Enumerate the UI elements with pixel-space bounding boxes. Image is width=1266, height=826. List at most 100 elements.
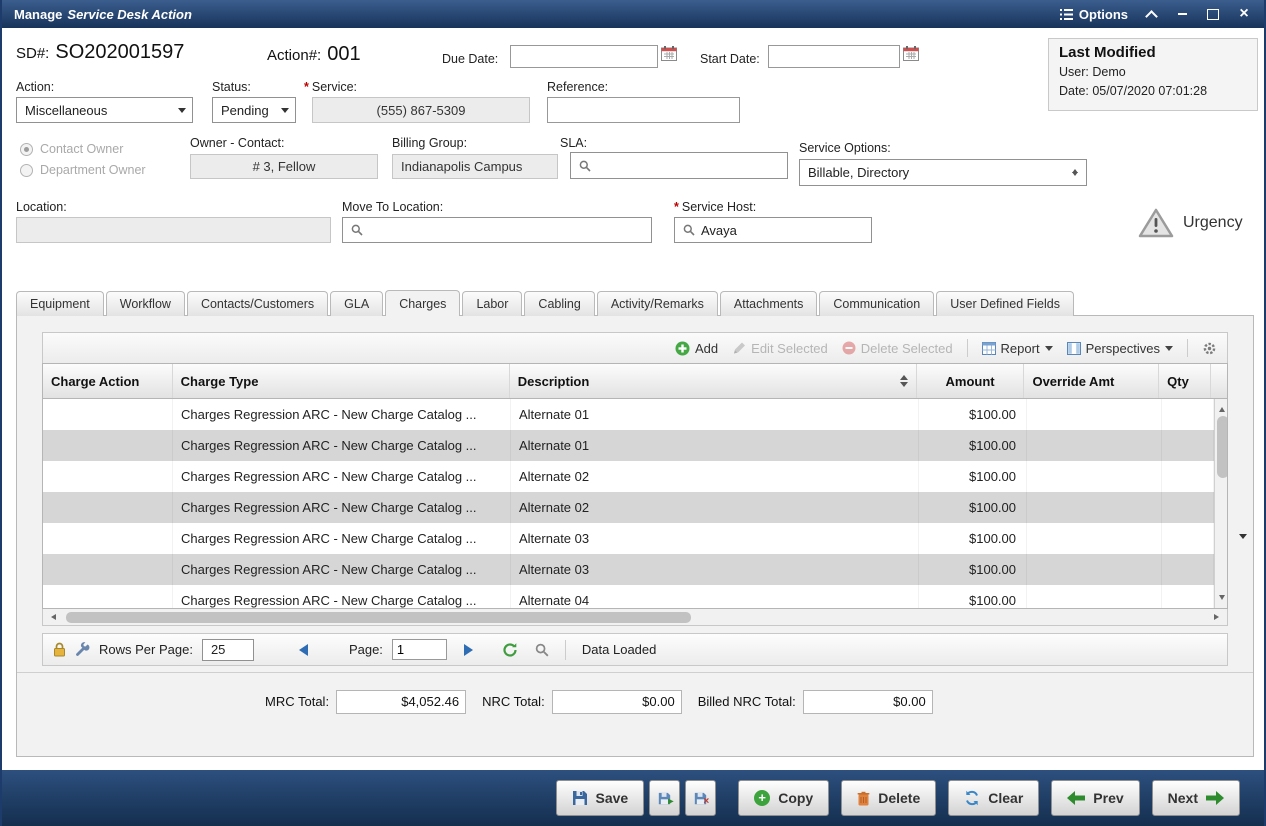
clear-button[interactable]: Clear bbox=[948, 780, 1039, 816]
table-row[interactable]: Charges Regression ARC - New Charge Cata… bbox=[43, 430, 1214, 461]
cell-amount: $100.00 bbox=[919, 492, 1027, 523]
tab-gla[interactable]: GLA bbox=[330, 291, 383, 316]
close-icon[interactable] bbox=[1236, 6, 1252, 22]
delete-button[interactable]: Delete bbox=[841, 780, 936, 816]
save-and-close-button[interactable]: × bbox=[685, 780, 716, 816]
refresh-icon[interactable] bbox=[502, 642, 518, 658]
scroll-up-icon[interactable] bbox=[1215, 399, 1229, 415]
tab-attachments[interactable]: Attachments bbox=[720, 291, 817, 316]
table-row[interactable]: Charges Regression ARC - New Charge Cata… bbox=[43, 461, 1214, 492]
totals-bar: MRC Total: $4,052.46 NRC Total: $0.00 Bi… bbox=[17, 672, 1253, 730]
scroll-right-icon[interactable] bbox=[1210, 609, 1227, 625]
delete-selected-button[interactable]: Delete Selected bbox=[842, 341, 953, 356]
column-header-charge-action[interactable]: Charge Action bbox=[43, 364, 173, 398]
sd-number: SD#: SO202001597 bbox=[16, 41, 184, 64]
popout-icon[interactable] bbox=[1205, 6, 1221, 22]
service-host-search-input[interactable]: Avaya bbox=[674, 217, 872, 243]
radio-selected-icon bbox=[20, 143, 33, 156]
tab-cabling[interactable]: Cabling bbox=[524, 291, 594, 316]
report-button[interactable]: Report bbox=[982, 341, 1053, 356]
save-and-new-button[interactable]: ▸ bbox=[649, 780, 680, 816]
table-row[interactable]: Charges Regression ARC - New Charge Cata… bbox=[43, 399, 1214, 430]
service-value: (555) 867-5309 bbox=[377, 103, 466, 118]
column-header-amount[interactable]: Amount bbox=[917, 364, 1025, 398]
delete-minus-icon bbox=[842, 341, 856, 355]
chevron-down-icon bbox=[1165, 346, 1173, 355]
cell-description: Alternate 02 bbox=[511, 492, 919, 523]
rows-per-page-select[interactable]: 25 bbox=[202, 639, 254, 661]
tab-communication[interactable]: Communication bbox=[819, 291, 934, 316]
collapse-icon[interactable] bbox=[1143, 6, 1159, 22]
table-row[interactable]: Charges Regression ARC - New Charge Cata… bbox=[43, 554, 1214, 585]
tab-user-defined-fields[interactable]: User Defined Fields bbox=[936, 291, 1074, 316]
pagination-bar: Rows Per Page: 25 Page: Data Loa bbox=[42, 633, 1228, 666]
due-date-calendar-icon[interactable] bbox=[661, 46, 677, 66]
sla-search-input[interactable] bbox=[570, 152, 788, 179]
edit-selected-button[interactable]: Edit Selected bbox=[732, 341, 828, 356]
column-header-qty[interactable]: Qty bbox=[1159, 364, 1211, 398]
save-button[interactable]: Save bbox=[556, 780, 645, 816]
reference-label: Reference: bbox=[547, 80, 608, 94]
tab-contacts-customers[interactable]: Contacts/Customers bbox=[187, 291, 328, 316]
copy-button[interactable]: Copy bbox=[738, 780, 829, 816]
scroll-down-icon[interactable] bbox=[1215, 592, 1229, 608]
column-header-label: Override Amt bbox=[1032, 374, 1114, 389]
tab-labor[interactable]: Labor bbox=[462, 291, 522, 316]
horizontal-scroll-thumb[interactable] bbox=[66, 612, 691, 623]
service-options-value: Billable, Directory bbox=[808, 165, 909, 180]
service-host-value: Avaya bbox=[701, 223, 737, 238]
next-page-icon[interactable] bbox=[464, 644, 479, 656]
save-label: Save bbox=[596, 790, 629, 806]
tab-workflow[interactable]: Workflow bbox=[106, 291, 185, 316]
vertical-scrollbar[interactable] bbox=[1214, 399, 1228, 608]
start-date-input[interactable] bbox=[768, 45, 900, 68]
wrench-icon[interactable] bbox=[75, 642, 90, 657]
cell-amount: $100.00 bbox=[919, 523, 1027, 554]
grid-settings-button[interactable] bbox=[1202, 341, 1217, 356]
next-arrow-icon bbox=[1206, 791, 1224, 805]
options-button[interactable]: Options bbox=[1060, 7, 1128, 22]
contact-owner-radio[interactable]: Contact Owner bbox=[20, 142, 146, 156]
tab-equipment[interactable]: Equipment bbox=[16, 291, 104, 316]
sort-icon[interactable] bbox=[900, 371, 908, 391]
due-date-input[interactable] bbox=[510, 45, 658, 68]
urgency-indicator[interactable]: Urgency bbox=[1138, 208, 1243, 238]
add-button[interactable]: Add bbox=[675, 341, 718, 356]
minimize-icon[interactable] bbox=[1174, 6, 1190, 22]
department-owner-radio[interactable]: Department Owner bbox=[20, 163, 146, 177]
scroll-left-icon[interactable] bbox=[43, 609, 60, 625]
column-header-description[interactable]: Description bbox=[510, 364, 917, 398]
column-header-override-amt[interactable]: Override Amt bbox=[1024, 364, 1159, 398]
start-date-calendar-icon[interactable] bbox=[903, 46, 919, 66]
title-prefix: Manage bbox=[14, 7, 62, 22]
table-row[interactable]: Charges Regression ARC - New Charge Cata… bbox=[43, 585, 1214, 609]
service-options-select[interactable]: Billable, Directory bbox=[799, 159, 1087, 186]
tab-activity-remarks[interactable]: Activity/Remarks bbox=[597, 291, 718, 316]
status-select[interactable]: Pending bbox=[212, 97, 296, 123]
tab-charges[interactable]: Charges bbox=[385, 290, 460, 316]
table-row[interactable]: Charges Regression ARC - New Charge Cata… bbox=[43, 492, 1214, 523]
column-header-charge-type[interactable]: Charge Type bbox=[173, 364, 510, 398]
cell-charge-action bbox=[43, 430, 173, 461]
table-row[interactable]: Charges Regression ARC - New Charge Cata… bbox=[43, 523, 1214, 554]
move-to-location-search-input[interactable] bbox=[342, 217, 652, 243]
column-header-label: Qty bbox=[1167, 374, 1189, 389]
cell-charge-action bbox=[43, 461, 173, 492]
lock-icon[interactable] bbox=[53, 642, 66, 657]
save-and-new-icon: ▸ bbox=[658, 792, 671, 805]
page-input[interactable] bbox=[392, 639, 447, 660]
billing-group-label: Billing Group: bbox=[392, 136, 467, 150]
vertical-scroll-thumb[interactable] bbox=[1217, 416, 1229, 478]
previous-page-icon[interactable] bbox=[293, 644, 308, 656]
next-button[interactable]: Next bbox=[1152, 780, 1240, 816]
prev-button[interactable]: Prev bbox=[1051, 780, 1139, 816]
horizontal-scrollbar[interactable] bbox=[42, 609, 1228, 626]
reference-input[interactable] bbox=[547, 97, 740, 123]
sd-label: SD#: bbox=[16, 45, 49, 62]
search-icon bbox=[683, 224, 695, 236]
perspectives-button[interactable]: Perspectives bbox=[1067, 341, 1173, 356]
tab-bar: EquipmentWorkflowContacts/CustomersGLACh… bbox=[16, 290, 1250, 316]
action-select[interactable]: Miscellaneous bbox=[16, 97, 193, 123]
cell-override-amt bbox=[1027, 399, 1162, 430]
grid-search-icon[interactable] bbox=[535, 643, 549, 657]
